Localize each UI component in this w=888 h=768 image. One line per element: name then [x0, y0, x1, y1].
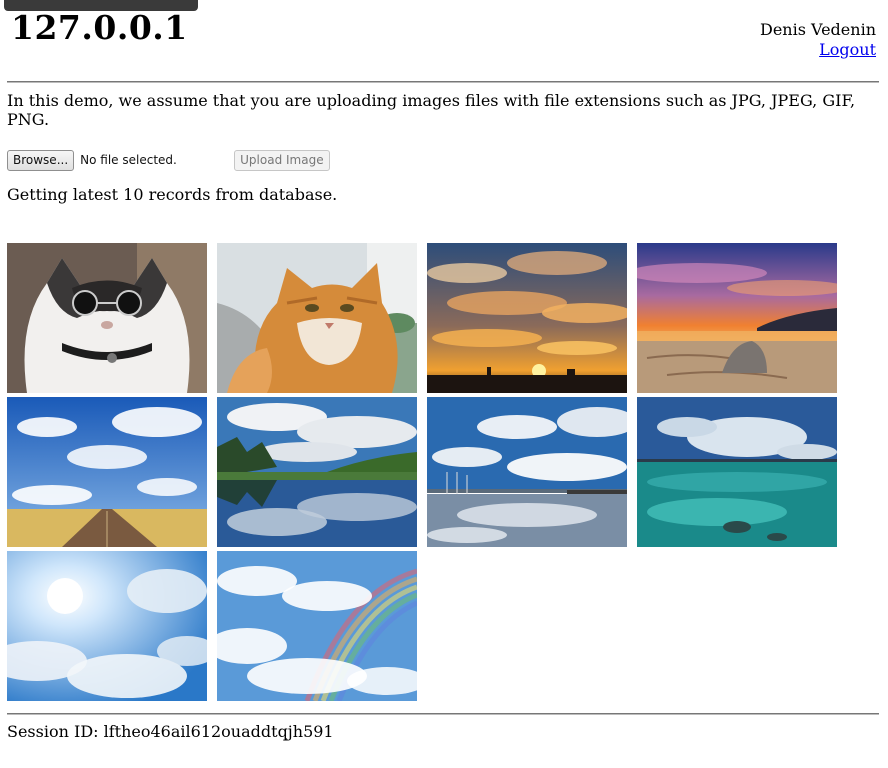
session-info: Session ID: lftheo46ail612ouaddtqjh591 — [7, 722, 334, 742]
gallery-image[interactable] — [217, 243, 417, 393]
file-status: No file selected. — [80, 153, 177, 167]
user-box: Denis Vedenin Logout — [760, 20, 876, 60]
gallery-image[interactable] — [217, 397, 417, 547]
gallery-image[interactable] — [427, 243, 627, 393]
logout-link[interactable]: Logout — [819, 40, 876, 59]
gallery-image[interactable] — [427, 397, 627, 547]
pier-reflection-image — [427, 397, 627, 547]
session-id: lftheo46ail612ouaddtqjh591 — [103, 722, 334, 741]
cat-sunglasses-image — [7, 243, 207, 393]
gallery-image[interactable] — [7, 397, 207, 547]
gallery-image[interactable] — [217, 551, 417, 701]
lake-reflection-image — [217, 397, 417, 547]
bottom-divider — [7, 713, 879, 715]
sunset-beach-image — [637, 243, 837, 393]
ginger-cat-image — [217, 243, 417, 393]
gallery-image[interactable] — [637, 397, 837, 547]
session-label: Session ID: — [7, 722, 99, 741]
browse-button[interactable]: Browse... — [7, 149, 75, 171]
gallery-image[interactable] — [7, 551, 207, 701]
user-name: Denis Vedenin — [759, 20, 876, 39]
site-title: 127.0.0.1 — [11, 8, 188, 47]
upload-form: Browse... No file selected. Upload Image — [7, 149, 330, 171]
top-divider — [7, 81, 879, 83]
sun-rays-image — [7, 551, 207, 701]
gallery-image[interactable] — [637, 243, 837, 393]
rainbow-clouds-image — [217, 551, 417, 701]
turquoise-sea-image — [637, 397, 837, 547]
upload-image-button[interactable]: Upload Image — [234, 149, 330, 171]
gallery-image[interactable] — [7, 243, 207, 393]
sunset-city-image — [427, 243, 627, 393]
intro-text: In this demo, we assume that you are upl… — [7, 91, 856, 129]
records-note: Getting latest 10 records from database. — [7, 185, 338, 204]
road-field-image — [7, 397, 207, 547]
